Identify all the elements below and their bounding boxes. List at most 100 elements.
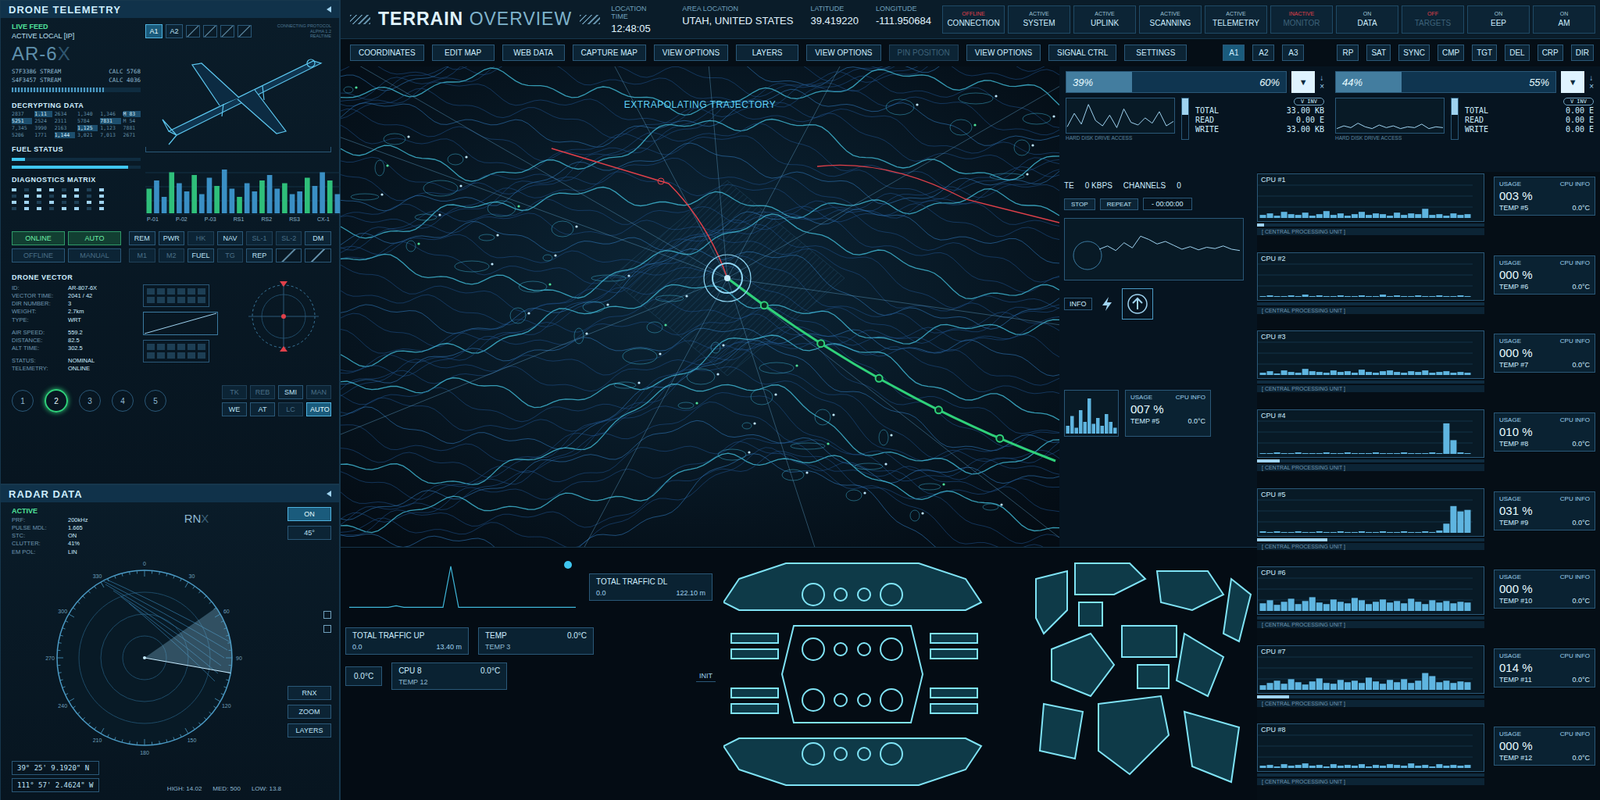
status-tile[interactable]: ONAM xyxy=(1532,5,1596,34)
switch-button[interactable]: WE xyxy=(221,402,247,417)
disk-mark[interactable]: ↓ xyxy=(1319,73,1325,83)
tool-button[interactable]: DIR xyxy=(1571,44,1594,61)
cpu-bar xyxy=(1393,764,1400,768)
toolbar-button[interactable]: CAPTURE MAP xyxy=(572,44,647,61)
status-tile[interactable]: ACTIVEUPLINK xyxy=(1073,5,1136,34)
filter-tag[interactable]: V INV xyxy=(1563,97,1594,106)
status-tile[interactable]: ACTIVETELEMETRY xyxy=(1204,5,1268,34)
toolbar-button[interactable]: EDIT MAP xyxy=(432,44,495,61)
slot-box[interactable] xyxy=(203,25,218,38)
toolbar-button[interactable]: COORDINATES xyxy=(350,44,425,61)
layer-tab[interactable]: A3 xyxy=(1282,44,1304,61)
feed-tab[interactable]: A1 xyxy=(145,24,163,39)
radar-button[interactable]: RNX xyxy=(287,685,332,700)
toolbar-button[interactable]: PIN POSITION xyxy=(889,44,959,61)
control-key[interactable]: REP xyxy=(246,248,273,263)
slot-button[interactable]: 5 xyxy=(144,389,167,412)
switch-button[interactable]: LC xyxy=(278,402,304,417)
mode-button[interactable]: MANUAL xyxy=(67,248,122,263)
tool-button[interactable]: TGT xyxy=(1471,44,1497,61)
control-key[interactable]: FUEL xyxy=(187,248,215,263)
toolbar-button[interactable]: VIEW OPTIONS xyxy=(653,44,729,61)
switch-button[interactable]: TK xyxy=(221,385,247,400)
playback-button[interactable]: REPEAT xyxy=(1100,198,1139,211)
switch-button[interactable]: REB xyxy=(250,385,275,400)
scroll-up-icon[interactable] xyxy=(323,610,332,619)
slot-button[interactable]: 1 xyxy=(11,389,34,412)
status-tile[interactable]: ACTIVESYSTEM xyxy=(1007,5,1071,34)
collapse-icon[interactable] xyxy=(326,6,332,13)
radar-toggle[interactable]: ON xyxy=(287,507,332,522)
slot-button[interactable]: 4 xyxy=(111,389,134,412)
disk-dropdown[interactable]: ▼ xyxy=(1291,71,1315,93)
disk-dropdown[interactable]: ▼ xyxy=(1560,71,1585,93)
temp-card: CPU 80.0°CTEMP 12 xyxy=(391,662,508,690)
control-key[interactable]: DM xyxy=(304,231,332,246)
header-field: LATITUDE39.419220 xyxy=(810,4,858,35)
header-field: LOCATION TIME12:48:05 xyxy=(610,4,665,35)
toolbar-button[interactable]: SIGNAL CTRL xyxy=(1048,44,1117,61)
control-key[interactable]: TG xyxy=(217,248,244,263)
control-key[interactable]: PWR xyxy=(158,231,186,246)
disk-mark[interactable]: × xyxy=(1589,82,1594,91)
toolbar-button[interactable]: VIEW OPTIONS xyxy=(806,44,881,61)
tool-button[interactable]: DEL xyxy=(1504,44,1529,61)
mode-button[interactable]: OFFLINE xyxy=(11,248,65,263)
control-key[interactable]: SL-1 xyxy=(246,231,273,246)
status-tile[interactable]: ACTIVESCANNING xyxy=(1139,5,1202,34)
disk-slider[interactable] xyxy=(1181,97,1190,140)
terrain-map[interactable]: EXTRAPOLATING TRAJECTORY xyxy=(340,66,1060,547)
disk-slider[interactable] xyxy=(1450,97,1459,140)
scroll-down-icon[interactable] xyxy=(323,625,332,633)
radar-button[interactable]: ZOOM xyxy=(287,704,332,719)
radar-button[interactable]: LAYERS xyxy=(287,723,332,738)
control-key[interactable]: HK xyxy=(187,231,215,246)
slot-box[interactable] xyxy=(220,25,235,38)
slot-box[interactable] xyxy=(237,25,252,38)
tool-button[interactable]: SAT xyxy=(1366,44,1391,61)
tool-button[interactable]: CMP xyxy=(1437,44,1465,61)
toolbar-button[interactable]: SETTINGS xyxy=(1124,44,1187,61)
slot-box[interactable] xyxy=(275,248,303,263)
radar-angle[interactable]: 45° xyxy=(287,525,332,540)
toolbar-button[interactable]: WEB DATA xyxy=(502,44,565,61)
tool-button[interactable]: CRP xyxy=(1537,44,1564,61)
control-key[interactable]: M2 xyxy=(158,248,186,263)
disk-chart xyxy=(1065,97,1175,134)
slot-button[interactable]: 2 xyxy=(44,389,68,413)
status-tile[interactable]: INACTIVEMONITOR xyxy=(1270,5,1333,34)
switch-button[interactable]: SMI xyxy=(278,385,304,400)
playback-button[interactable]: STOP xyxy=(1064,198,1096,211)
lightning-icon[interactable] xyxy=(1098,295,1116,313)
layer-tab[interactable]: A1 xyxy=(1222,44,1245,61)
status-tile[interactable]: OFFLINECONNECTION xyxy=(942,5,1005,34)
switch-button[interactable]: AUTO xyxy=(306,402,332,417)
tool-button[interactable]: RP xyxy=(1336,44,1359,61)
status-tile[interactable]: OFFTARGETS xyxy=(1401,5,1465,34)
upload-button[interactable] xyxy=(1121,288,1154,320)
slot-box[interactable] xyxy=(304,248,332,263)
status-tile[interactable]: ONDATA xyxy=(1335,5,1399,34)
status-tile[interactable]: ONEEP xyxy=(1467,5,1530,34)
toolbar-button[interactable]: LAYERS xyxy=(735,44,799,61)
disk-mark[interactable]: × xyxy=(1319,82,1325,91)
switch-button[interactable]: AT xyxy=(250,402,275,417)
control-key[interactable]: REM xyxy=(128,231,156,246)
slot-button[interactable]: 3 xyxy=(78,389,101,412)
layer-tab[interactable]: A2 xyxy=(1252,44,1275,61)
toolbar-button[interactable]: VIEW OPTIONS xyxy=(966,44,1041,61)
diagnostics-bar xyxy=(296,191,303,214)
bottom-panel: TOTAL TRAFFIC DL0.0122.10 mTOTAL TRAFFIC… xyxy=(340,546,1258,800)
collapse-icon[interactable] xyxy=(326,490,332,497)
control-key[interactable]: SL-2 xyxy=(275,231,303,246)
slot-box[interactable] xyxy=(185,25,200,38)
disk-mark[interactable]: ↓ xyxy=(1589,73,1594,83)
mode-button[interactable]: ONLINE xyxy=(11,231,65,246)
tool-button[interactable]: SYNC xyxy=(1398,44,1430,61)
control-key[interactable]: NAV xyxy=(217,231,244,246)
control-key[interactable]: M1 xyxy=(128,248,156,263)
switch-button[interactable]: MAN xyxy=(306,385,332,400)
filter-tag[interactable]: V INV xyxy=(1293,97,1325,106)
feed-tab[interactable]: A2 xyxy=(165,24,183,39)
mode-button[interactable]: AUTO xyxy=(67,231,122,246)
